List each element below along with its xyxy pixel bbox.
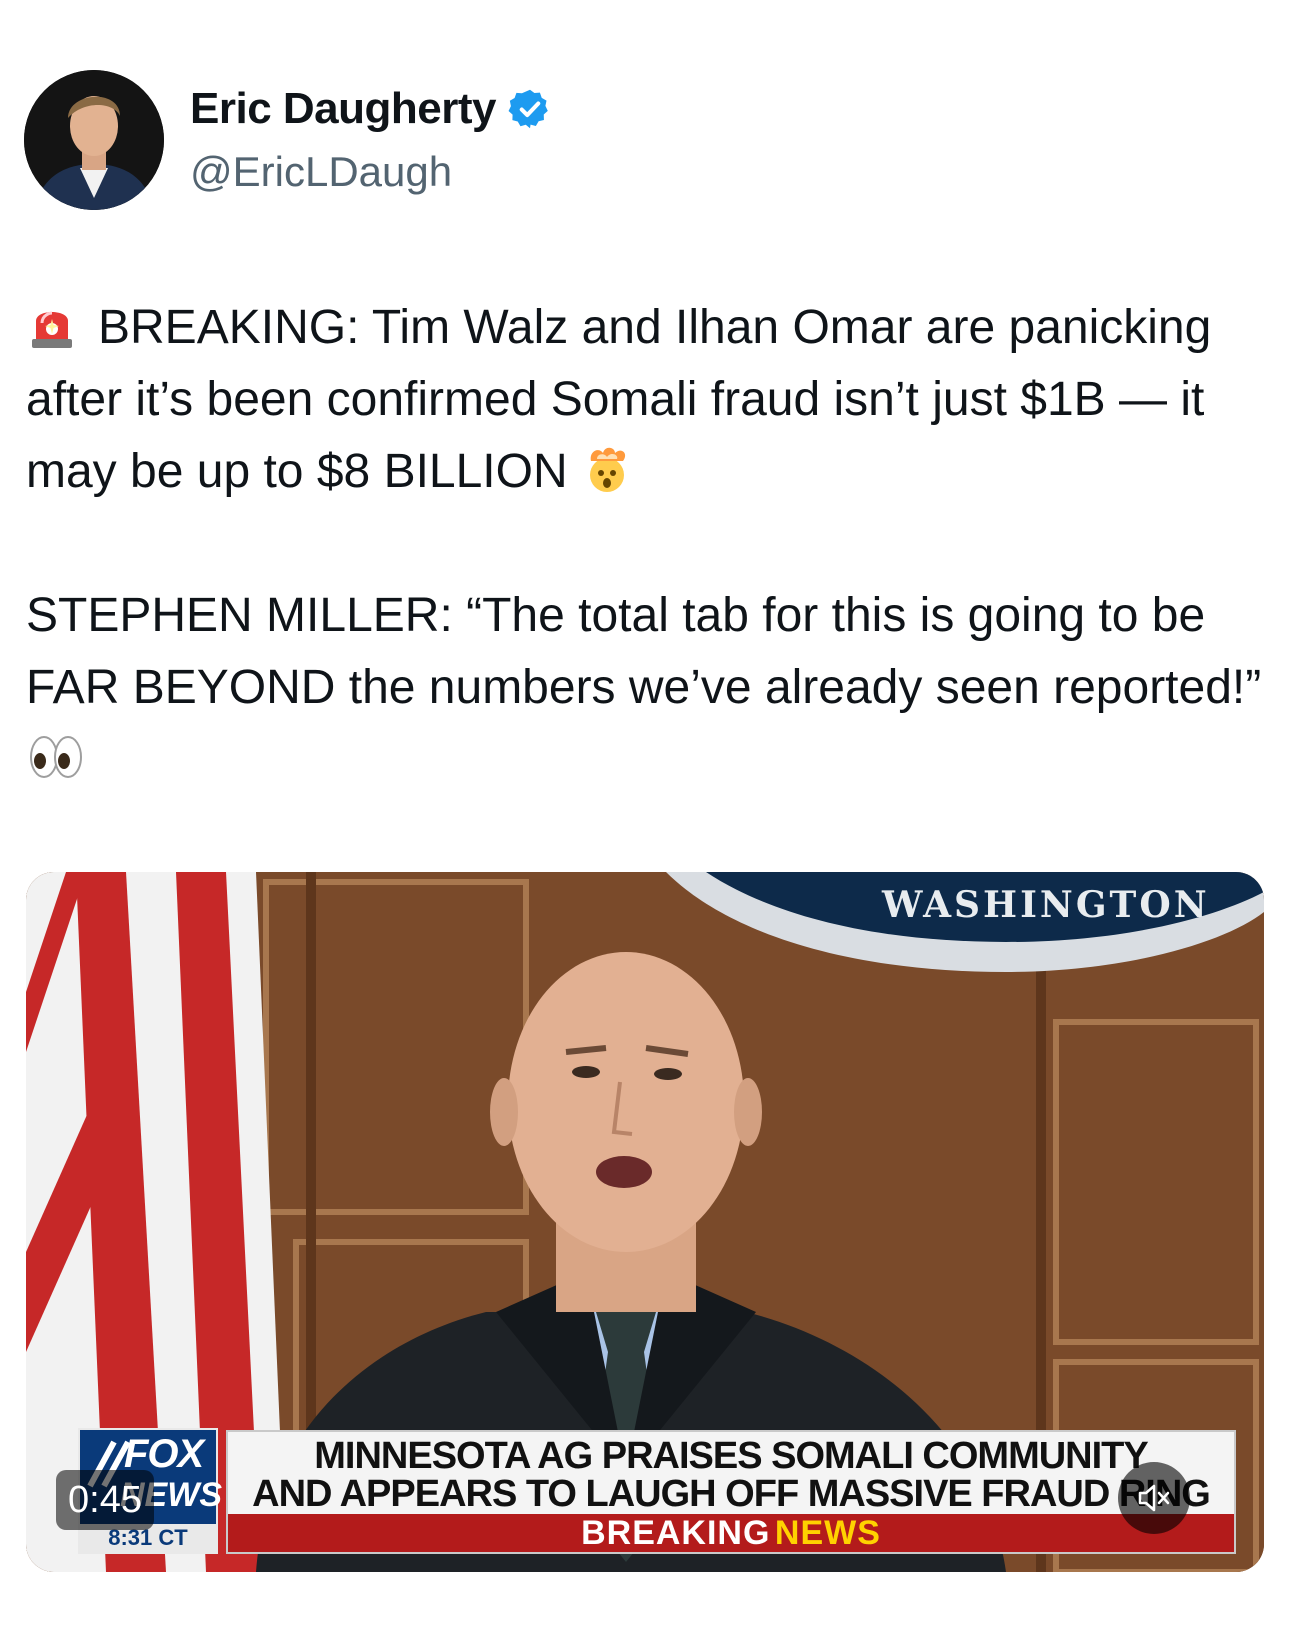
tweet-text: BREAKING: Tim Walz and Ilhan Omar are pa… <box>26 292 1266 796</box>
backdrop-washington-text: WASHINGTON <box>882 884 1210 926</box>
chyron-line-2: AND APPEARS TO LAUGH OFF MASSIVE FRAUD R… <box>252 1473 1211 1515</box>
tweet-paragraph-2: STEPHEN MILLER: “The total tab for this … <box>26 580 1266 796</box>
news-chyron: MINNESOTA AG PRAISES SOMALI COMMUNITY AN… <box>226 1430 1236 1554</box>
breaking-news-bar: BREAKING NEWS <box>228 1514 1234 1552</box>
video-timestamp: 0:45 <box>56 1470 154 1530</box>
author-display-name[interactable]: Eric Daugherty <box>190 84 496 134</box>
eyes-emoji-icon <box>26 731 82 783</box>
exploding-head-emoji-icon <box>581 443 633 495</box>
author-name-row: Eric Daugherty <box>190 84 552 134</box>
tweet-paragraph-2-text: STEPHEN MILLER: “The total tab for this … <box>26 589 1262 714</box>
verified-badge-icon <box>508 87 552 131</box>
tweet-paragraph-1: BREAKING: Tim Walz and Ilhan Omar are pa… <box>26 292 1266 508</box>
chyron-line-1: MINNESOTA AG PRAISES SOMALI COMMUNITY <box>314 1435 1149 1477</box>
author-handle[interactable]: @EricLDaugh <box>190 148 452 196</box>
speaker-muted-icon <box>1138 1484 1170 1512</box>
video-player[interactable]: WASHINGTON FOX NEWS 8:31 CT MINNESOTA AG… <box>26 872 1264 1572</box>
avatar-photo <box>24 70 164 210</box>
breaking-label: BREAKING <box>581 1514 771 1552</box>
news-label: NEWS <box>774 1514 881 1552</box>
rotating-light-emoji-icon <box>26 299 78 351</box>
mute-button[interactable] <box>1118 1462 1190 1534</box>
author-avatar[interactable] <box>24 70 164 210</box>
